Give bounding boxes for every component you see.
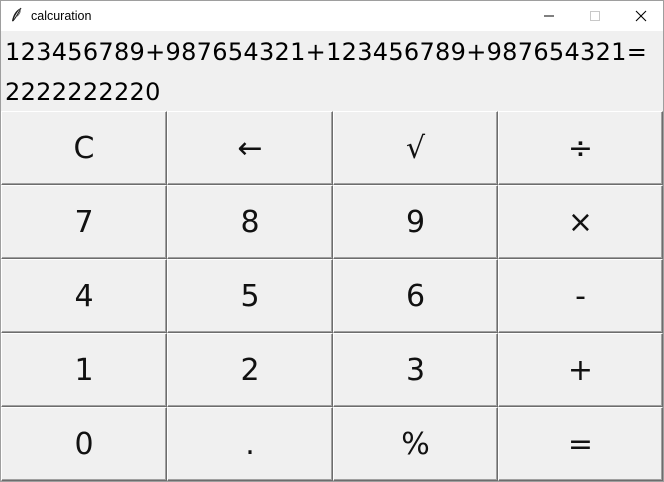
digit-8-button[interactable]: 8 — [167, 185, 333, 259]
close-icon — [635, 7, 647, 26]
percent-button[interactable]: % — [333, 407, 498, 481]
close-button[interactable] — [618, 1, 664, 31]
sqrt-button[interactable]: √ — [333, 111, 498, 185]
backspace-button[interactable]: ← — [167, 111, 333, 185]
minimize-button[interactable] — [526, 1, 572, 31]
clear-button[interactable]: C — [1, 111, 167, 185]
digit-4-button[interactable]: 4 — [1, 259, 167, 333]
digit-6-button[interactable]: 6 — [333, 259, 498, 333]
digit-9-button[interactable]: 9 — [333, 185, 498, 259]
calculator-display: 123456789+987654321+123456789+987654321=… — [1, 31, 663, 111]
maximize-button[interactable] — [572, 1, 618, 31]
digit-1-button[interactable]: 1 — [1, 333, 167, 407]
title-bar[interactable]: calcuration — [1, 0, 663, 31]
digit-3-button[interactable]: 3 — [333, 333, 498, 407]
divide-button[interactable]: ÷ — [498, 111, 663, 185]
subtract-button[interactable]: - — [498, 259, 663, 333]
window-title: calcuration — [31, 9, 92, 23]
maximize-icon — [589, 7, 601, 26]
calculator-window: calcuration 123 456789+987654321+12345678… — [0, 0, 664, 482]
result-text: 2222222220 — [5, 78, 161, 106]
add-button[interactable]: + — [498, 333, 663, 407]
digit-5-button[interactable]: 5 — [167, 259, 333, 333]
minimize-icon — [543, 7, 555, 26]
digit-7-button[interactable]: 7 — [1, 185, 167, 259]
equals-button[interactable]: = — [498, 407, 663, 481]
multiply-button[interactable]: × — [498, 185, 663, 259]
expression-text: 123456789+987654321+123456789+987654321= — [5, 38, 648, 66]
keypad: C ← √ ÷ 7 8 9 × 4 5 6 - 1 2 3 + 0 . % = — [1, 111, 663, 481]
digit-2-button[interactable]: 2 — [167, 333, 333, 407]
feather-icon — [10, 7, 24, 23]
decimal-point-button[interactable]: . — [167, 407, 333, 481]
digit-0-button[interactable]: 0 — [1, 407, 167, 481]
